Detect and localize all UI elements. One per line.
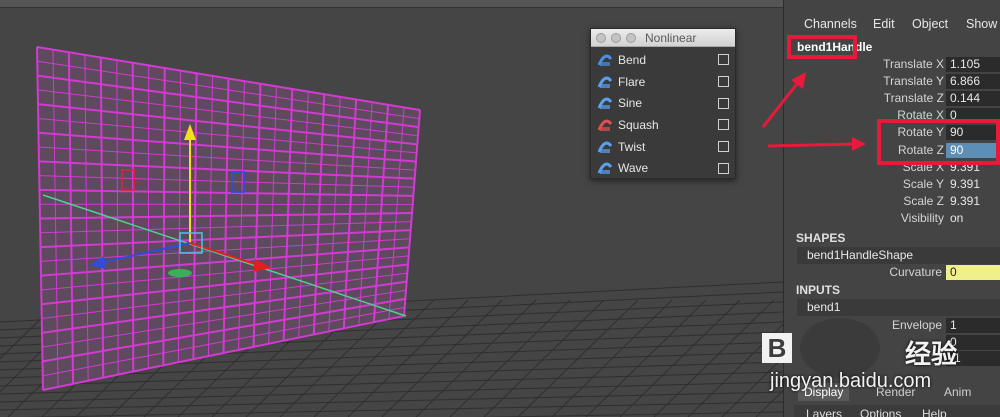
viewport-top-strip [0,0,783,8]
attr-field-visibility[interactable]: on [946,211,1000,226]
attr-label-translate-y: Translate Y [883,74,944,89]
inputs-heading: INPUTS [796,283,841,297]
attr-field-translate-y[interactable]: 6.866 [946,74,1000,90]
attr-field-translate-z[interactable]: 0.144 [946,91,1000,107]
menu-show[interactable]: Show [966,17,997,31]
highlight-node-name [787,35,857,59]
layer-editor-menu: Layers Options Help [794,405,1000,417]
attr-label-scale-y: Scale Y [902,176,944,191]
minimize-button[interactable] [611,33,621,43]
input-node[interactable]: bend1 [797,299,1000,316]
nonlinear-item-label: Squash [618,117,659,132]
twist-icon [597,140,613,154]
flare-icon [597,75,613,89]
nonlinear-titlebar[interactable]: Nonlinear [591,29,735,47]
close-button[interactable] [596,33,606,43]
curvature-field[interactable]: 0 [946,265,1000,280]
tab-anim[interactable]: Anim [944,383,971,401]
attr-label-translate-z: Translate Z [883,91,944,106]
nonlinear-item-label: Flare [618,74,646,89]
menu-edit[interactable]: Edit [873,17,895,31]
wave-icon [597,161,613,175]
option-box-checkbox[interactable] [718,162,729,174]
option-box-checkbox[interactable] [718,54,729,66]
menu-object[interactable]: Object [912,17,948,31]
nonlinear-item-flare[interactable]: Flare [591,71,735,93]
bend-mesh-plane[interactable] [36,46,421,391]
option-box-checkbox[interactable] [718,119,729,131]
attr-field-scale-y[interactable]: 9.391 [946,177,1000,192]
zoom-button[interactable] [626,33,636,43]
nonlinear-item-wave[interactable]: Wave [591,157,735,179]
nonlinear-menu-window[interactable]: Nonlinear Bend Flare Sine Squash Twist Wave [590,28,736,179]
nonlinear-item-label: Bend [618,52,647,67]
curvature-label: Curvature [889,265,942,279]
input-attr-field[interactable]: 1 [946,318,1000,333]
attr-label-translate-x: Translate X [883,57,944,71]
highlight-rotate-fields [877,119,1000,165]
nonlinear-items: Bend Flare Sine Squash Twist Wave [591,47,735,179]
nonlinear-item-label: Wave [618,161,649,176]
nonlinear-title: Nonlinear [645,31,697,45]
watermark-url: jingyan.baidu.com [770,370,932,392]
shapes-heading: SHAPES [796,231,846,245]
squash-icon [597,118,613,132]
attr-label-scale-z: Scale Z [903,193,944,208]
menu-channels[interactable]: Channels [804,17,857,31]
nonlinear-item-twist[interactable]: Twist [591,136,735,158]
shape-node[interactable]: bend1HandleShape [797,247,1000,264]
menu-options[interactable]: Options [860,407,901,417]
menu-layers[interactable]: Layers [806,407,842,417]
option-box-checkbox[interactable] [718,76,729,88]
sine-icon [597,96,613,110]
watermark-paw-shape [800,318,880,378]
attr-label-visibility: Visibility [900,210,944,225]
watermark-chinese-text: 经验 [905,339,958,369]
nonlinear-item-bend[interactable]: Bend [591,49,735,71]
option-box-checkbox[interactable] [718,141,729,153]
nonlinear-item-label: Sine [618,96,643,111]
nonlinear-item-sine[interactable]: Sine [591,92,735,114]
menu-help[interactable]: Help [922,407,947,417]
plane-handle-green[interactable] [168,269,192,277]
attr-field-translate-x[interactable]: 1.105 [946,57,1000,72]
attr-field-scale-z[interactable]: 9.391 [946,194,1000,209]
nonlinear-item-label: Twist [618,139,646,154]
option-box-checkbox[interactable] [718,97,729,109]
bend-icon [597,53,613,67]
channel-box-menu: Channels Edit Object Show [784,17,1000,35]
nonlinear-item-squash[interactable]: Squash [591,114,735,136]
watermark-badge: B [762,333,792,363]
